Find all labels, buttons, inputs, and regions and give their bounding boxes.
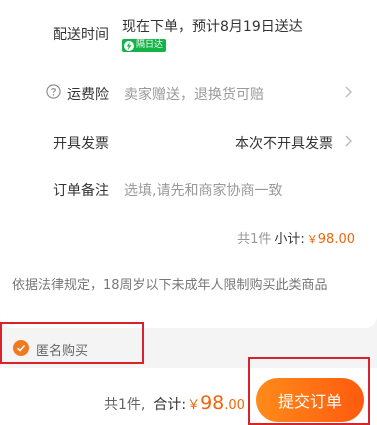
delivery-time-label: 配送时间 bbox=[53, 27, 109, 43]
invoice-value: 本次不开具发票 bbox=[235, 136, 333, 152]
order-total: 共1件, 合计:￥98.00 bbox=[104, 392, 245, 414]
age-restriction-notice: 依据法律规定，18周岁以下未成年人限制购买此类商品 bbox=[12, 278, 328, 293]
question-circle-icon[interactable] bbox=[46, 84, 61, 99]
submit-order-button[interactable]: 提交订单 bbox=[256, 378, 364, 422]
subtotal: 共1件 小计: ￥98.00 bbox=[237, 228, 355, 247]
total-amount-decimal: .00 bbox=[224, 398, 245, 413]
check-icon bbox=[16, 344, 26, 352]
next-day-badge-text: 隔日达 bbox=[136, 40, 164, 50]
order-note-input[interactable]: 选填,请先和商家协商一致 bbox=[124, 180, 282, 200]
total-label: 合计: bbox=[153, 397, 187, 413]
invoice-label: 开具发票 bbox=[53, 136, 109, 152]
total-currency: ￥ bbox=[187, 398, 201, 413]
chevron-right-icon bbox=[345, 135, 352, 147]
chevron-right-icon bbox=[345, 86, 352, 98]
order-note-label: 订单备注 bbox=[53, 183, 109, 199]
lightning-icon bbox=[124, 40, 134, 51]
next-day-badge: 隔日达 bbox=[122, 39, 167, 52]
anonymous-label[interactable]: 匿名购买 bbox=[36, 340, 88, 359]
subtotal-label: 小计: bbox=[274, 232, 305, 247]
total-amount: 98 bbox=[200, 392, 225, 414]
anonymous-checkbox[interactable] bbox=[13, 340, 29, 356]
delivery-time-value: 现在下单，预计8月19日送达 bbox=[122, 19, 303, 35]
subtotal-currency: ￥ bbox=[306, 233, 318, 246]
total-count: 共1件, bbox=[104, 397, 146, 413]
shipping-insurance-value: 卖家赠送，退换货可赔 bbox=[124, 87, 264, 103]
shipping-insurance-label: 运费险 bbox=[67, 87, 109, 103]
subtotal-amount: 98.00 bbox=[317, 232, 355, 247]
subtotal-count: 共1件 bbox=[237, 232, 272, 247]
